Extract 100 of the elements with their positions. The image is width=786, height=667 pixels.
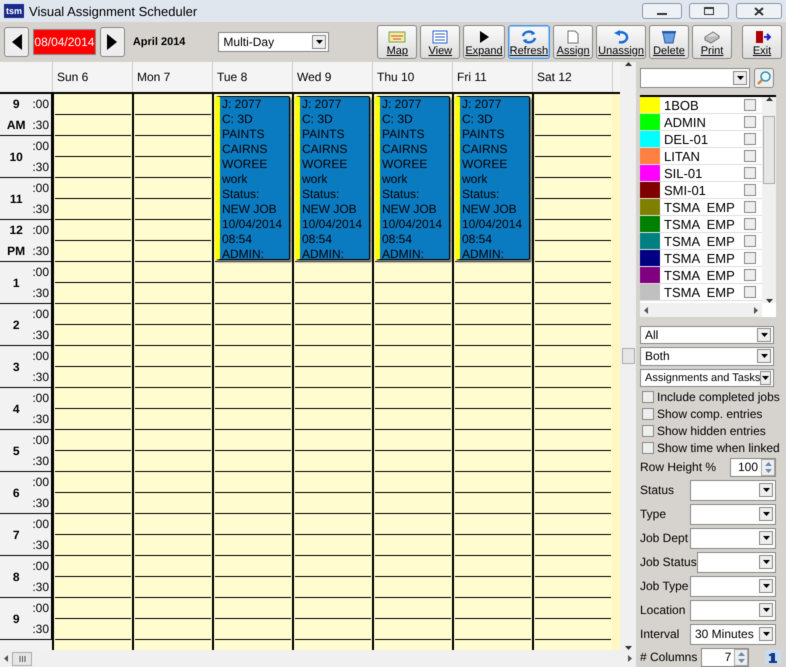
maximize-button[interactable] xyxy=(689,3,729,19)
hour-label: 11 xyxy=(10,192,22,206)
resource-name[interactable]: SMI-01 xyxy=(660,182,742,198)
minute-label: :30 xyxy=(32,454,49,468)
toolbar-button[interactable]: Delete xyxy=(649,25,690,59)
checkbox-label: Show time when linked xyxy=(657,440,780,455)
scroll-thumb[interactable] xyxy=(12,652,32,666)
next-button[interactable] xyxy=(100,27,125,57)
toolbar-button[interactable]: Exit xyxy=(742,25,782,59)
resource-name[interactable]: LITAN xyxy=(660,148,742,164)
checkbox[interactable] xyxy=(744,218,756,230)
columns-spinner[interactable]: 7 xyxy=(701,648,750,667)
checkbox[interactable] xyxy=(744,99,756,111)
toolbar-button[interactable]: Unassign xyxy=(596,25,646,59)
filter-dropdown[interactable]: Both xyxy=(640,347,774,366)
left-arrow-icon xyxy=(12,34,22,50)
minute-label: :30 xyxy=(32,370,49,384)
right-arrow-icon xyxy=(107,34,118,50)
checkbox[interactable] xyxy=(642,390,654,403)
close-button[interactable] xyxy=(736,3,782,19)
hour-label: 9 xyxy=(12,612,20,626)
minute-label: :00 xyxy=(32,97,49,112)
checkbox[interactable] xyxy=(642,424,654,437)
minute-label: :00 xyxy=(32,559,49,574)
info-icon[interactable] xyxy=(765,650,782,664)
appointment[interactable]: J: 2077 C: 3D PAINTS CAIRNS WOREE work Status: NEW JOB 10/04/2014 08:54 ADMIN: xyxy=(455,96,530,260)
vertical-scrollbar[interactable] xyxy=(620,62,636,650)
toolbar-button[interactable]: Expand xyxy=(463,25,505,59)
previous-button[interactable] xyxy=(4,27,30,57)
minute-label: :00 xyxy=(32,265,49,280)
list-scrollbar[interactable] xyxy=(762,97,776,303)
row-height-spinner[interactable]: 100 xyxy=(730,458,776,477)
resource-name[interactable]: TSMA EMP xyxy=(660,200,742,214)
checkbox[interactable] xyxy=(744,167,756,179)
spin-arrows-icon[interactable] xyxy=(761,458,775,476)
minute-label: :00 xyxy=(32,181,49,196)
spin-arrows-icon[interactable] xyxy=(734,648,748,666)
resource-name[interactable]: TSMA EMP xyxy=(660,250,742,266)
close-icon xyxy=(754,6,764,16)
resource-name[interactable]: TSMA EMP xyxy=(660,284,742,300)
minute-label: :00 xyxy=(32,475,49,490)
hour-label: 6 xyxy=(12,486,20,500)
resource-name[interactable]: ADMIN xyxy=(660,114,742,130)
appointment[interactable]: J: 2077 C: 3D PAINTS CAIRNS WOREE work Status: NEW JOB 10/04/2014 08:54 ADMIN: xyxy=(295,96,370,260)
scroll-left-icon xyxy=(4,655,8,662)
filter-dropdown[interactable]: All xyxy=(640,326,774,344)
resource-search-field[interactable] xyxy=(640,68,750,88)
scroll-up-icon xyxy=(766,97,772,101)
checkbox[interactable] xyxy=(744,150,756,162)
checkbox[interactable] xyxy=(744,184,756,196)
minute-label: :30 xyxy=(32,244,49,258)
view-dropdown[interactable]: Multi-Day xyxy=(218,32,330,52)
trash-icon xyxy=(660,30,678,44)
hour-label: 3 xyxy=(12,360,20,374)
resource-name[interactable]: SIL-01 xyxy=(660,166,742,180)
field-label: Row Height % xyxy=(640,460,716,474)
checkbox-label: Show comp. entries xyxy=(657,406,762,421)
minute-label: :30 xyxy=(32,412,49,426)
hour-label: 8 xyxy=(12,570,20,584)
scroll-thumb[interactable] xyxy=(622,348,634,364)
checkbox[interactable] xyxy=(744,286,756,298)
toolbar-button[interactable]: Map xyxy=(377,25,418,59)
checkbox[interactable] xyxy=(744,201,756,213)
minimize-button[interactable] xyxy=(642,3,682,19)
date-field[interactable]: 08/04/2014 xyxy=(33,29,96,55)
map-icon xyxy=(388,30,406,44)
period-label: PM xyxy=(7,244,26,258)
appointment[interactable]: J: 2077 C: 3D PAINTS CAIRNS WOREE work Status: NEW JOB 10/04/2014 08:54 ADMIN: xyxy=(375,96,450,260)
filter-dropdown[interactable]: Assignments and Tasks xyxy=(640,368,774,387)
resource-name[interactable]: TSMA EMP xyxy=(660,234,742,248)
checkbox[interactable] xyxy=(744,133,756,145)
checkbox[interactable] xyxy=(744,252,756,264)
checkbox[interactable] xyxy=(744,116,756,128)
minute-label: :30 xyxy=(32,118,49,132)
scroll-down-icon xyxy=(766,299,772,303)
resource-name[interactable]: TSMA EMP xyxy=(660,268,742,282)
list-horizontal-scrollbar[interactable] xyxy=(640,303,762,317)
checkbox[interactable] xyxy=(744,269,756,281)
minute-label: :30 xyxy=(32,496,49,510)
filter-dropdown[interactable]: 30 Minutes xyxy=(690,624,776,645)
resource-name[interactable]: TSMA EMP xyxy=(660,216,742,232)
toolbar-button[interactable]: Print xyxy=(692,25,732,59)
day-header: Sun 6 xyxy=(53,62,133,92)
undo-icon xyxy=(612,30,630,44)
checkbox[interactable] xyxy=(642,408,654,420)
checkbox[interactable] xyxy=(744,235,756,247)
toolbar-button[interactable]: Refresh xyxy=(508,25,550,59)
horizontal-scrollbar[interactable] xyxy=(0,650,636,667)
checkbox[interactable] xyxy=(642,442,654,454)
toolbar-button[interactable]: Assign xyxy=(553,25,594,59)
month-label: April 2014 xyxy=(132,36,186,48)
toolbar-button[interactable]: View xyxy=(420,25,460,59)
resource-name[interactable]: DEL-01 xyxy=(660,132,742,146)
minute-label: :00 xyxy=(32,517,49,532)
search-button[interactable] xyxy=(754,68,774,88)
scroll-right-icon xyxy=(628,655,632,662)
field-label: Type xyxy=(640,507,666,522)
resource-name[interactable]: 1BOB xyxy=(660,98,742,112)
day-header: Mon 7 xyxy=(133,62,213,92)
appointment[interactable]: J: 2077 C: 3D PAINTS CAIRNS WOREE work Status: NEW JOB 10/04/2014 08:54 ADMIN: xyxy=(215,96,290,260)
